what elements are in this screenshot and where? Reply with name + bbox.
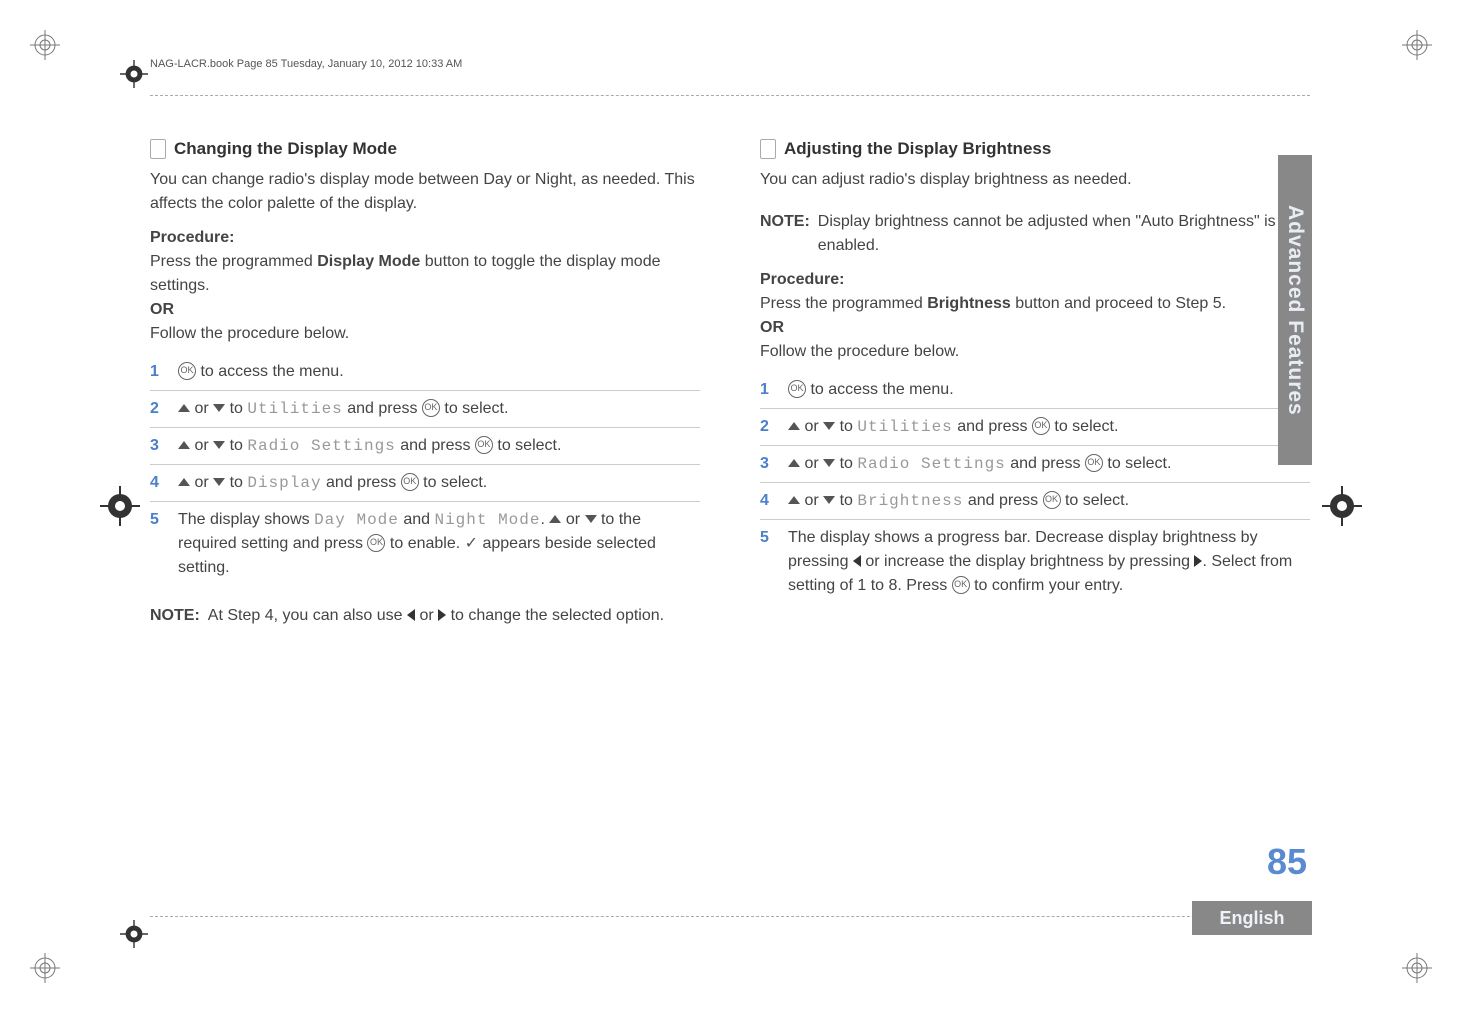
crosshair-icon (100, 486, 140, 526)
crosshair-icon (120, 60, 148, 88)
registration-mark-icon (30, 30, 60, 60)
step-item: OK to access the menu. (150, 354, 700, 391)
page-content: Changing the Display Mode You can change… (150, 95, 1310, 917)
step-item: OK to access the menu. (760, 372, 1310, 409)
left-arrow-icon (407, 609, 415, 621)
note-block: NOTE: Display brightness cannot be adjus… (760, 210, 1310, 258)
ok-button-icon: OK (422, 399, 440, 417)
up-arrow-icon (788, 459, 800, 467)
right-column: Adjusting the Display Brightness You can… (760, 136, 1310, 628)
procedure-label: Procedure: (150, 226, 700, 250)
up-arrow-icon (788, 422, 800, 430)
language-badge: English (1192, 901, 1312, 935)
up-arrow-icon (549, 515, 561, 523)
crosshair-icon (1322, 486, 1362, 526)
note-label: NOTE: (150, 604, 200, 628)
down-arrow-icon (213, 404, 225, 412)
ok-button-icon: OK (1085, 454, 1103, 472)
registration-mark-icon (30, 953, 60, 983)
step-item: or to Brightness and press OK to select. (760, 483, 1310, 520)
ok-button-icon: OK (475, 436, 493, 454)
note-text: At Step 4, you can also use or to change… (208, 604, 664, 628)
step-item: or to Utilities and press OK to select. (760, 409, 1310, 446)
crosshair-icon (120, 920, 148, 948)
step-item: or to Radio Settings and press OK to sel… (760, 446, 1310, 483)
steps-list: OK to access the menu. or to Utilities a… (150, 354, 700, 586)
procedure-text: Press the programmed Display Mode button… (150, 250, 700, 298)
or-label: OR (760, 316, 1310, 340)
step-item: or to Utilities and press OK to select. (150, 391, 700, 428)
step-item: or to Radio Settings and press OK to sel… (150, 428, 700, 465)
side-tab: Advanced Features (1278, 155, 1312, 465)
note-block: NOTE: At Step 4, you can also use or to … (150, 604, 700, 628)
procedure-alt-text: Follow the procedure below. (150, 322, 700, 346)
intro-text: You can change radio's display mode betw… (150, 168, 700, 216)
down-arrow-icon (213, 441, 225, 449)
ok-button-icon: OK (367, 534, 385, 552)
page-number: 85 (1267, 841, 1307, 883)
ok-button-icon: OK (788, 380, 806, 398)
up-arrow-icon (178, 478, 190, 486)
down-arrow-icon (585, 515, 597, 523)
registration-mark-icon (1402, 30, 1432, 60)
procedure-text: Press the programmed Brightness button a… (760, 292, 1310, 316)
document-icon (150, 139, 166, 159)
steps-list: OK to access the menu. or to Utilities a… (760, 372, 1310, 604)
down-arrow-icon (823, 496, 835, 504)
heading-text: Changing the Display Mode (174, 136, 397, 162)
right-arrow-icon (438, 609, 446, 621)
ok-button-icon: OK (178, 362, 196, 380)
ok-button-icon: OK (1043, 491, 1061, 509)
section-heading: Adjusting the Display Brightness (760, 136, 1310, 162)
up-arrow-icon (178, 404, 190, 412)
ok-button-icon: OK (1032, 417, 1050, 435)
step-item: The display shows Day Mode and Night Mod… (150, 502, 700, 586)
page-header-info: NAG-LACR.book Page 85 Tuesday, January 1… (150, 58, 462, 70)
section-heading: Changing the Display Mode (150, 136, 700, 162)
note-label: NOTE: (760, 210, 810, 258)
step-item: or to Display and press OK to select. (150, 465, 700, 502)
down-arrow-icon (823, 422, 835, 430)
procedure-label: Procedure: (760, 268, 1310, 292)
registration-mark-icon (1402, 953, 1432, 983)
left-arrow-icon (853, 555, 861, 567)
down-arrow-icon (213, 478, 225, 486)
or-label: OR (150, 298, 700, 322)
procedure-alt-text: Follow the procedure below. (760, 340, 1310, 364)
left-column: Changing the Display Mode You can change… (150, 136, 700, 628)
ok-button-icon: OK (401, 473, 419, 491)
step-item: The display shows a progress bar. Decrea… (760, 520, 1310, 604)
up-arrow-icon (788, 496, 800, 504)
ok-button-icon: OK (952, 576, 970, 594)
intro-text: You can adjust radio's display brightnes… (760, 168, 1310, 192)
checkmark-icon: ✓ (465, 535, 478, 552)
up-arrow-icon (178, 441, 190, 449)
note-text: Display brightness cannot be adjusted wh… (818, 210, 1310, 258)
document-icon (760, 139, 776, 159)
heading-text: Adjusting the Display Brightness (784, 136, 1051, 162)
down-arrow-icon (823, 459, 835, 467)
